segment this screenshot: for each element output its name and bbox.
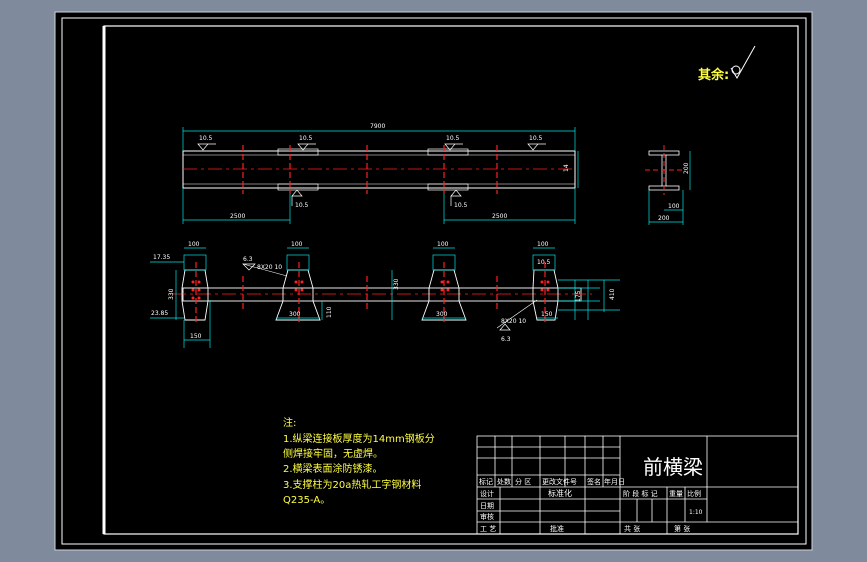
right-bottom-label: 150	[541, 311, 553, 318]
right-small-label: 175	[575, 290, 582, 302]
note-line: 1.纵梁连接板厚度为14mm钢板分	[283, 432, 435, 445]
tb-process: 工 艺	[480, 525, 496, 533]
tb-mark: 标记	[479, 477, 493, 486]
tb-stage: 阶 段 标 记	[623, 489, 658, 498]
weld-size-label: 10.5	[295, 202, 309, 209]
cad-drawing-sheet: 其余: 7900 10.5 10.5 10.5 10.5 10.5 10.5 2…	[0, 0, 867, 562]
tb-approve: 批准	[550, 524, 564, 533]
right-height-label: 410	[609, 288, 616, 300]
mid-height-label: 330	[393, 278, 400, 290]
mid-small-label: 110	[326, 306, 333, 318]
cap-width-label: 100	[291, 241, 303, 248]
weld-size-label: 10.5	[299, 135, 313, 142]
notes-title: 注:	[283, 416, 296, 429]
weld-size-label: 10.5	[454, 202, 468, 209]
tb-signature: 签名	[587, 477, 601, 486]
tb-zone: 分 区	[515, 477, 531, 486]
left-bottom-label: 150	[190, 333, 202, 340]
note-line: 3.支撑柱为20a热轧工字钢材料	[283, 478, 421, 491]
weld-note-1: 6.3	[243, 256, 253, 263]
roughness-label: 其余:	[698, 67, 729, 83]
section-width-label: 100	[668, 203, 680, 210]
tb-change-doc: 更改文件号	[542, 477, 577, 486]
cap-width-label: 100	[188, 241, 200, 248]
tb-standardization: 标准化	[548, 488, 572, 498]
tb-sheet-no: 第 张	[674, 524, 690, 533]
height-label: 14	[563, 164, 570, 172]
tb-weight: 重量	[669, 490, 683, 498]
left-offset2-label: 23.85	[151, 310, 168, 317]
tb-date: 年月日	[604, 477, 625, 486]
part-name-title: 前横梁	[643, 455, 703, 479]
tb-total-sheets: 共 张	[624, 524, 640, 533]
left-offset-label: 17.35	[153, 254, 170, 261]
weld-note-2: 6.3	[501, 336, 511, 343]
tb-scale: 比例	[687, 489, 701, 498]
cap-width-label: 100	[537, 241, 549, 248]
weld-label-1: 8X20 10	[257, 264, 282, 271]
left-height-label: 330	[168, 288, 175, 300]
tb-review: 审核	[480, 512, 494, 521]
weld-size-label: 10.5	[199, 135, 213, 142]
left-span-label: 2500	[230, 213, 245, 220]
right-span-label: 2500	[492, 213, 507, 220]
weld-label-2: 8X20 10	[501, 318, 526, 325]
section-bottom-label: 200	[658, 215, 670, 222]
section-height-label: 200	[683, 162, 690, 174]
cap-width-label: 100	[437, 241, 449, 248]
tb-count: 处数	[497, 477, 511, 486]
mid-bottom-label: 300	[289, 311, 301, 318]
tb-scale-value: 1:10	[689, 509, 703, 516]
mid-bottom-label: 300	[436, 311, 448, 318]
note-line: 侧焊接牢固，无虚焊。	[283, 447, 383, 460]
small-label: 10.5	[537, 259, 551, 266]
tb-designer: 设计	[480, 489, 494, 498]
tb-date-label: 日期	[480, 502, 494, 510]
overall-length-label: 7900	[370, 123, 385, 130]
weld-size-label: 10.5	[446, 135, 460, 142]
note-line: 2.横梁表面涂防锈漆。	[283, 462, 383, 475]
note-line: Q235-A。	[283, 495, 330, 506]
weld-size-label: 10.5	[529, 135, 543, 142]
